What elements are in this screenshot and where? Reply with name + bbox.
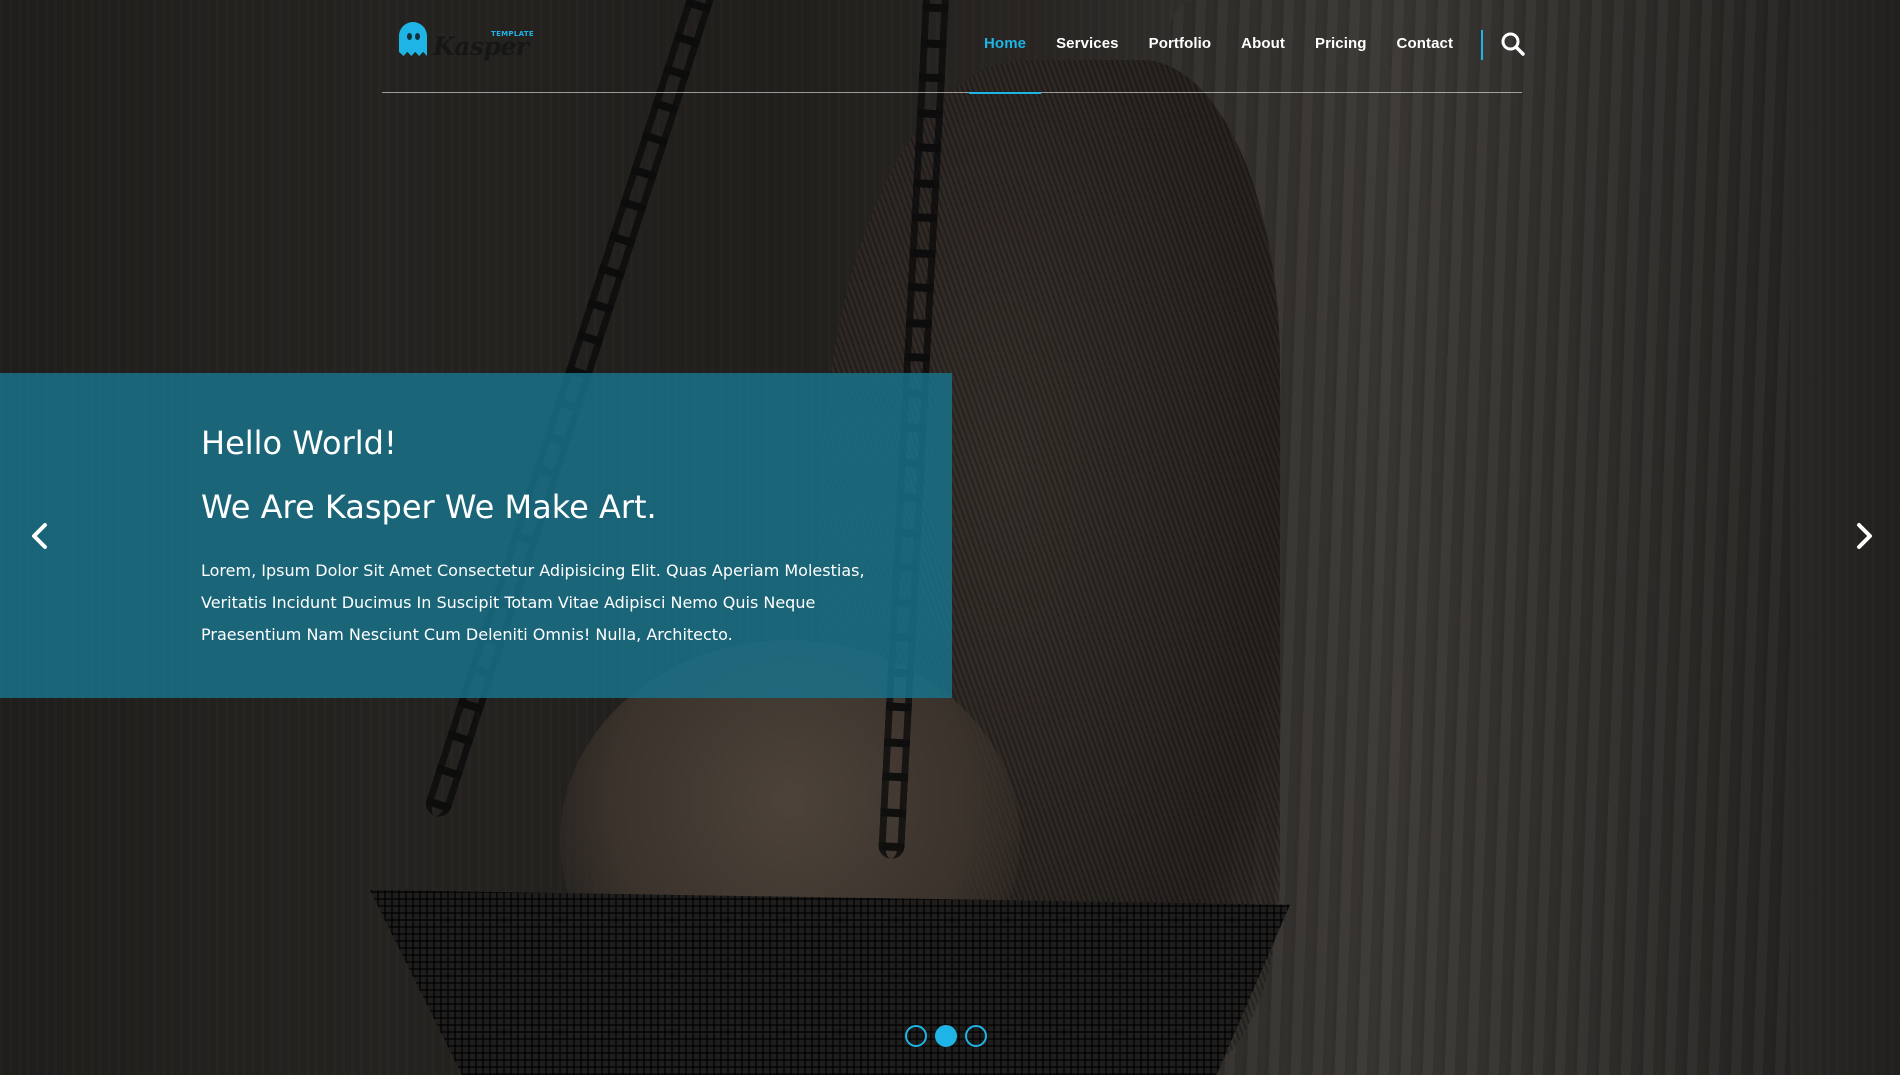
slider-bullets [905,1025,987,1047]
ghost-icon [399,22,427,56]
slider-next-button[interactable] [1846,518,1882,554]
logo-tagline: TEMPLATE [491,30,534,38]
nav-divider [1481,30,1483,60]
slider-bullet-2[interactable] [935,1025,957,1047]
hero-section: Kasper TEMPLATE Home Services Portfolio … [0,0,1900,1075]
nav-link-portfolio[interactable]: Portfolio [1134,0,1227,93]
background-photo-squirrel-belly [560,640,1020,1040]
background-photo-feeder-basket [370,890,1290,1075]
background-photo-wood-post [1170,0,1790,1075]
hero-heading: Hello World! [201,424,397,462]
nav-link-home[interactable]: Home [969,0,1042,94]
chevron-right-icon [1857,523,1872,549]
nav-link-contact[interactable]: Contact [1382,0,1469,93]
slider-prev-button[interactable] [22,518,58,554]
logo[interactable]: Kasper TEMPLATE [399,22,534,66]
slider-bullet-3[interactable] [965,1025,987,1047]
hero-subheading: We Are Kasper We Make Art. [201,488,657,526]
slider-bullet-1[interactable] [905,1025,927,1047]
chevron-left-icon [32,523,47,549]
search-icon [1501,32,1525,56]
nav-link-pricing[interactable]: Pricing [1300,0,1382,93]
site-header: Kasper TEMPLATE Home Services Portfolio … [382,0,1525,94]
hero-text: Lorem, Ipsum Dolor Sit Amet Consectetur … [201,561,865,644]
main-nav: Home Services Portfolio About Pricing Co… [969,0,1469,94]
nav-link-services[interactable]: Services [1041,0,1134,93]
hero-content-box: Hello World! We Are Kasper We Make Art. … [0,373,952,698]
search-button[interactable] [1499,30,1527,58]
nav-link-about[interactable]: About [1226,0,1300,93]
